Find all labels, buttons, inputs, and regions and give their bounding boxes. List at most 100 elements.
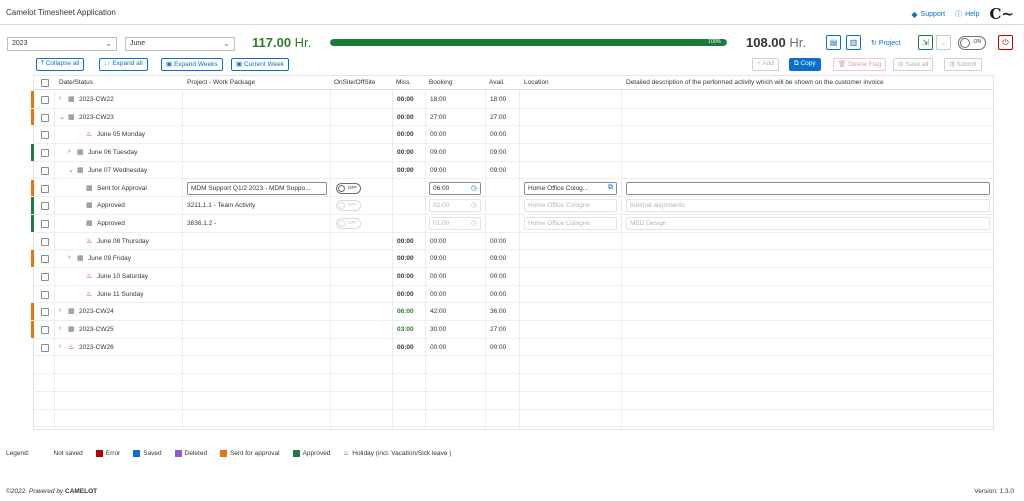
col-header-miss[interactable]: Miss. [396,79,411,86]
row-checkbox[interactable] [41,273,49,281]
holiday-icon: ♨ [343,450,350,457]
row-checkbox[interactable] [41,166,49,175]
table-row[interactable]: ▦ Sent for Approval MDM Support Q1/2 2023 … [31,179,993,198]
help-icon: ⓘ [955,11,963,18]
logout-button[interactable]: ⏻ [998,35,1013,50]
help-link[interactable]: ⓘ Help [955,9,979,19]
export-button[interactable]: ⇲ [918,35,933,50]
chevron-right-icon[interactable]: › [68,254,70,261]
col-header-avail[interactable]: Avail. [489,79,505,86]
support-link[interactable]: ◆ Support [911,10,945,19]
available-hours: 09:00 [490,166,507,174]
onsite-toggle[interactable]: OFF [336,200,361,212]
col-header-description[interactable]: Detailed description of the performed ac… [626,79,884,86]
date-status-label: 2023-CW23 [79,113,114,121]
row-checkbox[interactable] [41,290,49,299]
row-checkbox[interactable] [41,96,49,104]
description-input[interactable]: Internal alignments [626,199,990,213]
chevron-right-icon[interactable]: › [59,307,61,314]
table-row[interactable]: › ▦ 2023-CW22 00:00 18:00 18:00 [31,91,993,109]
table-row[interactable]: › ▦ June 06 Tuesday 00:00 09:00 09:00 [31,144,993,162]
chart-view-button[interactable]: ▥ [846,35,861,50]
row-checkbox[interactable] [41,255,49,264]
col-header-booking[interactable]: Booking [429,79,453,86]
table-row[interactable]: › ▦ June 09 Friday 00:00 09:00 09:00 [31,250,993,268]
booking-input[interactable]: 06:00 ◷ [429,181,481,195]
expand-icon: ↓↑ [104,60,111,67]
description-input[interactable]: MED Design [626,216,990,230]
month-select[interactable]: June ⌄ [125,37,235,51]
status-indicator [31,179,34,197]
table-row[interactable]: › ♨ 2023-CW26 00:00 00:00 00:00 [34,339,993,357]
submit-button[interactable]: ⇶ Submit [944,58,982,71]
row-checkbox[interactable] [41,184,49,193]
table-row[interactable]: ▦ Approved 3211.1.1 - Team Activity OFF 02:0… [31,197,993,215]
col-header-project[interactable]: Project - Work Package [187,79,255,86]
on-off-toggle[interactable]: ON [958,36,986,50]
chevron-down-icon[interactable]: ⌄ [59,113,65,121]
row-checkbox[interactable] [41,237,49,246]
table-row[interactable]: › ▦ 2023-CW25 03:00 30:00 27:00 [31,321,993,339]
select-all-checkbox[interactable] [41,79,49,87]
project-refresh-button[interactable]: ↻ Project [871,39,901,47]
table-row[interactable]: ⌄ ▦ 2023-CW23 00:00 27:00 27:00 [31,108,993,127]
booking-hours: 00:00 [430,131,447,139]
table-row[interactable]: ▦ Approved 3836.1.2 - OFF 01:00 ◷ Home Office … [31,214,993,233]
expand-weeks-button[interactable]: ▣ Expand Weeks [161,58,223,71]
export-menu-button[interactable]: ⌄ [936,35,951,50]
year-select[interactable]: 2023 ⌄ [7,37,117,51]
location-input[interactable]: Home Office Colog... ⧉ [524,181,617,195]
time-picker-icon[interactable]: ◷ [471,184,477,192]
chevron-right-icon[interactable]: › [59,325,61,332]
row-checkbox[interactable] [41,343,49,352]
row-checkbox[interactable] [41,113,49,122]
booking-hours: 42:00 [430,308,447,316]
expand-all-button[interactable]: ↓↑ Expand all [99,58,148,71]
onsite-toggle[interactable]: OFF [336,217,361,229]
col-header-date-status[interactable]: Date/Status [59,79,93,86]
chevron-down-icon[interactable]: ⌄ [68,166,74,174]
legend-swatch [43,449,51,457]
plus-icon: + [757,60,761,67]
table-row[interactable]: ♨ June 08 Thursday 00:00 00:00 00:00 [34,233,993,251]
table-row[interactable]: ♨ June 10 Saturday 00:00 00:00 00:00 [34,268,993,286]
delete-flag-button[interactable]: 🗑 Delete Flag [833,58,887,71]
chevron-right-icon[interactable]: › [59,95,61,102]
add-button[interactable]: + Add [752,58,779,71]
description-input[interactable] [626,181,990,195]
row-checkbox[interactable] [41,131,49,140]
table-row[interactable]: ♨ June 11 Sunday 00:00 00:00 00:00 [34,286,993,304]
onsite-toggle[interactable]: OFF [336,182,361,194]
booking-input[interactable]: 02:00 ◷ [429,199,481,213]
collapse-all-button[interactable]: ⤒ Collapse all [36,58,85,71]
time-picker-icon[interactable]: ◷ [471,201,477,209]
project-input[interactable]: MDM Support Q1/2 2023 - MDM Suppo... [187,181,327,195]
location-input[interactable]: Home Office Cologne [524,216,617,230]
booking-hours: 30:00 [430,326,447,334]
row-checkbox[interactable] [41,326,49,335]
save-all-button[interactable]: ⊟ Save all [893,58,934,71]
table-row[interactable]: › ▦ 2023-CW24 06:00 42:00 36:00 [31,303,993,322]
current-week-button[interactable]: ▣ Current Week [231,58,289,71]
timesheet-table: Date/Status Project - Work Package OnSit… [31,75,994,430]
row-checkbox[interactable] [41,219,49,228]
copy-button[interactable]: ⧉ Copy [789,58,821,71]
onsite-label: OFF [348,202,357,208]
table-row[interactable]: ⌄ ▦ June 07 Wednesday 00:00 09:00 09:00 [34,162,993,180]
time-picker-icon[interactable]: ◷ [471,219,477,227]
booking-input[interactable]: 01:00 ◷ [429,216,481,230]
chevron-right-icon[interactable]: › [68,148,70,155]
value-help-icon[interactable]: ⧉ [608,184,613,192]
row-checkbox[interactable] [41,149,49,158]
row-checkbox[interactable] [41,308,49,317]
table-view-button[interactable]: ▤ [826,35,841,50]
table-row[interactable]: ♨ June 05 Monday 00:00 00:00 00:00 [34,126,993,145]
col-header-onsite[interactable]: OnSite/OffSite [334,79,375,86]
location-input[interactable]: Home Office Cologne [524,199,617,213]
status-indicator [31,321,34,338]
row-checkbox[interactable] [41,202,49,211]
chevron-right-icon[interactable]: › [59,343,61,350]
date-status-label: June 06 Tuesday [88,149,138,157]
col-header-location[interactable]: Location [524,79,549,86]
brand-text: CAMELOT [65,488,98,495]
